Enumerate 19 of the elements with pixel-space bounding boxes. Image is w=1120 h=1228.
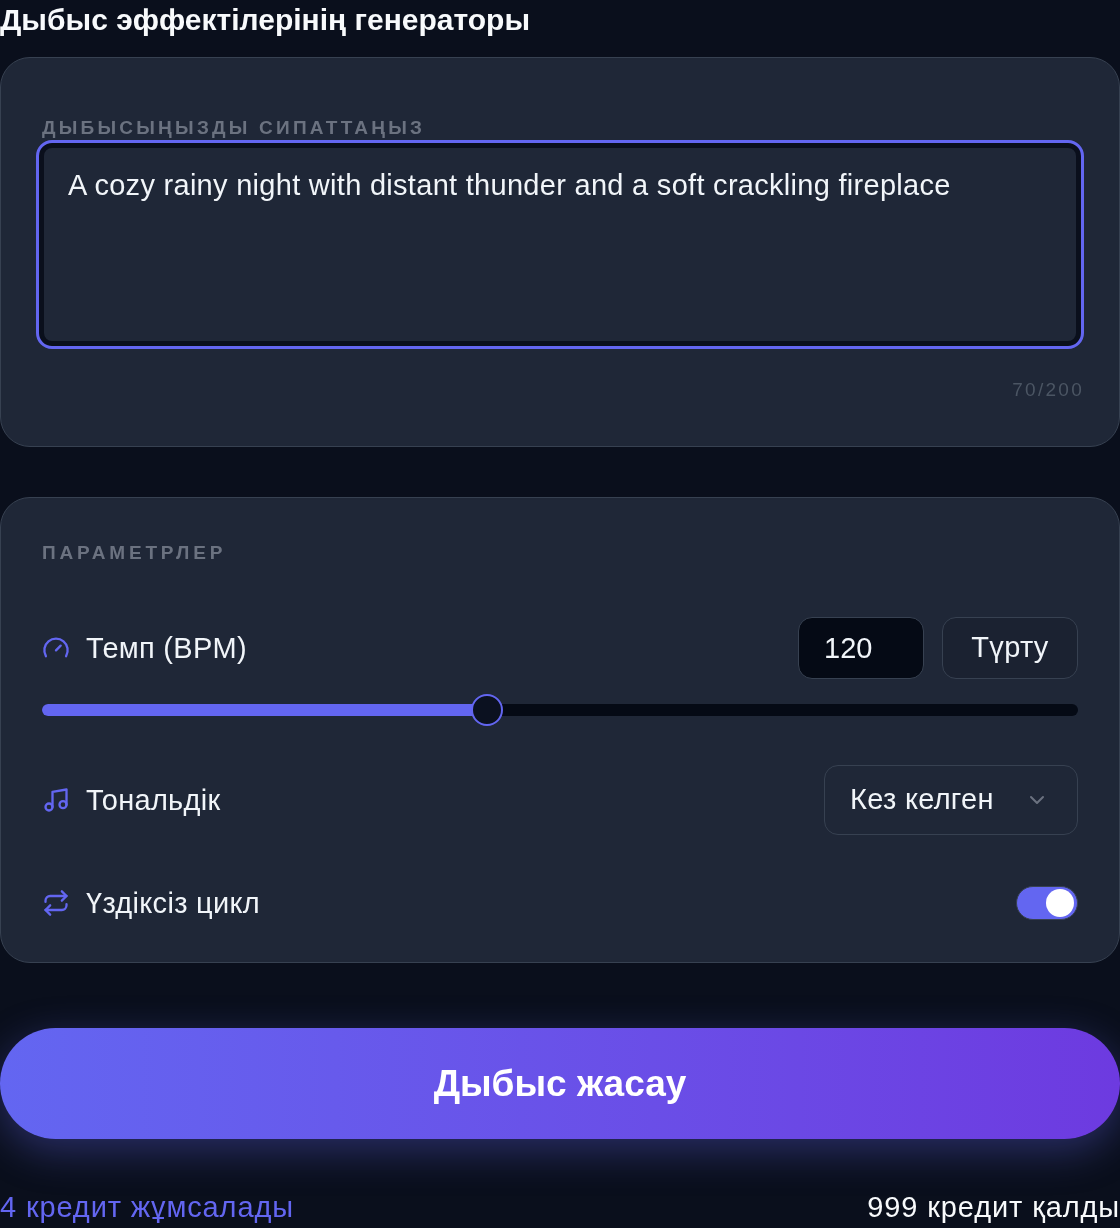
description-field[interactable]: A cozy rainy night with distant thunder and a soft crackling fireplace <box>36 140 1084 349</box>
repeat-icon <box>42 889 70 917</box>
bpm-input[interactable]: 120 <box>798 617 924 679</box>
toggle-knob <box>1046 889 1074 917</box>
key-select[interactable]: Кез келген <box>824 765 1078 835</box>
tap-button[interactable]: Түрту <box>942 617 1078 679</box>
slider-thumb[interactable] <box>471 694 504 726</box>
page-title: Дыбыс эффектілерінің генераторы <box>0 2 531 38</box>
credits-cost: 4 кредит жұмсалады <box>0 1190 294 1224</box>
credits-remaining: 999 кредит қалды <box>867 1190 1120 1224</box>
generate-button[interactable]: Дыбыс жасау <box>0 1028 1120 1139</box>
parameter-label: Темп (BPM) <box>86 631 247 665</box>
slider-track[interactable] <box>42 694 1078 726</box>
section-heading: ПАРАМЕТРЛЕР <box>42 543 227 563</box>
music-note-icon <box>42 786 70 814</box>
parameter-label: Тональдік <box>86 783 221 817</box>
section-label: ДЫБЫСЫҢЫЗДЫ СИПАТТАҢЫЗ <box>41 118 427 138</box>
loop-toggle[interactable] <box>1016 886 1078 920</box>
parameter-label: Үздіксіз цикл <box>86 886 260 920</box>
